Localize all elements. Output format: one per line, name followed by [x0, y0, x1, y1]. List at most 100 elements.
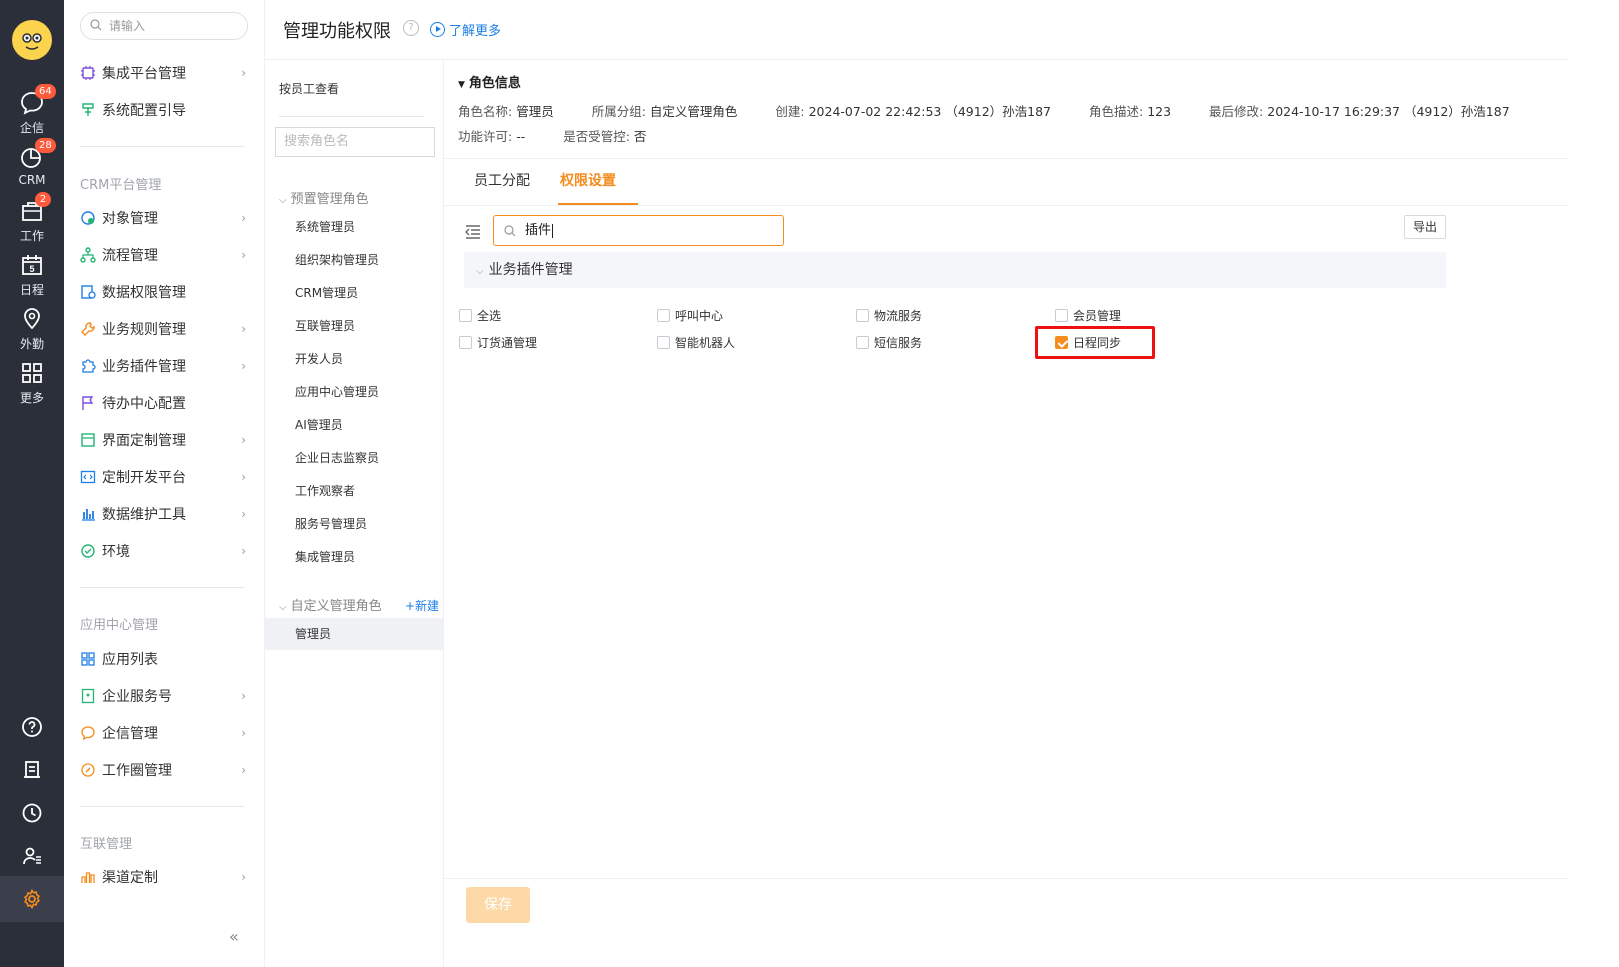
settings-icon[interactable]	[0, 876, 64, 922]
checkbox-order[interactable]: 订货通管理	[459, 334, 537, 351]
preset-role-group[interactable]: ⌵ 预置管理角色	[279, 188, 369, 207]
role-item[interactable]: 开发人员	[265, 343, 443, 375]
menu-item-app-list[interactable]: 应用列表	[80, 647, 248, 671]
menu-item-label: 渠道定制	[102, 870, 158, 886]
question-icon[interactable]: ?	[403, 20, 419, 36]
menu-item-enterprise-service[interactable]: 企业服务号 ›	[80, 684, 248, 708]
rail-label: 工作	[19, 229, 44, 243]
role-item[interactable]: 工作观察者	[265, 475, 443, 507]
permission-search-input[interactable]: 插件	[493, 215, 784, 246]
custom-role-group[interactable]: ⌵ 自定义管理角色	[279, 595, 382, 614]
menu-item-work-circle[interactable]: 工作圈管理 ›	[80, 758, 248, 782]
menu-item-label: 工作圈管理	[102, 763, 172, 779]
divider	[444, 205, 1619, 206]
checkbox-box[interactable]	[459, 336, 472, 349]
menu-item-object[interactable]: 对象管理 ›	[80, 206, 248, 230]
cube-icon	[81, 211, 95, 225]
role-item[interactable]: 互联管理员	[265, 310, 443, 342]
role-item[interactable]: 系统管理员	[265, 211, 443, 243]
menu-item-business-rules[interactable]: 业务规则管理 ›	[80, 317, 248, 341]
user-list-icon[interactable]	[0, 845, 64, 871]
plugin-section-header[interactable]: ⌵ 业务插件管理	[464, 252, 1446, 288]
role-item[interactable]: 集成管理员	[265, 541, 443, 573]
new-role-button[interactable]: +新建	[405, 597, 439, 614]
tab-permission-settings[interactable]: 权限设置	[560, 170, 616, 190]
checkbox-logistics[interactable]: 物流服务	[856, 307, 922, 324]
layout-icon	[81, 433, 95, 447]
checkbox-box[interactable]	[1055, 309, 1068, 322]
menu-search-input[interactable]: 请输入	[80, 12, 248, 40]
role-desc-value: 123	[1147, 104, 1172, 119]
wrench-icon	[81, 322, 95, 336]
checkbox-box[interactable]	[856, 309, 869, 322]
role-item[interactable]: CRM管理员	[265, 277, 443, 309]
role-item[interactable]: 组织架构管理员	[265, 244, 443, 276]
learn-more-link[interactable]: 了解更多	[430, 20, 501, 39]
role-item-selected[interactable]: 管理员	[265, 618, 443, 650]
message-icon	[81, 726, 95, 741]
collapse-menu-icon[interactable]: «	[229, 927, 239, 946]
save-button[interactable]: 保存	[466, 887, 530, 923]
checkbox-label: 呼叫中心	[675, 309, 724, 323]
rail-item-crm[interactable]: 28 CRM	[0, 138, 64, 187]
rail-label: 外勤	[19, 337, 44, 351]
checkbox-select-all[interactable]: 全选	[459, 307, 501, 324]
menu-item-channel-custom[interactable]: 渠道定制 ›	[80, 865, 248, 889]
role-info-header[interactable]: ▼ 角色信息	[458, 72, 521, 91]
menu-item-integration-platform[interactable]: 集成平台管理 ›	[80, 61, 248, 85]
rail-item-field[interactable]: 外勤	[0, 306, 64, 352]
role-group-value: 自定义管理角色	[649, 104, 738, 119]
rail-item-work[interactable]: 2 工作	[0, 192, 64, 244]
menu-item-qixin-management[interactable]: 企信管理 ›	[80, 721, 248, 745]
checkbox-sms[interactable]: 短信服务	[856, 334, 922, 351]
chevron-right-icon: ›	[241, 322, 246, 336]
modified-value: 2024-10-17 16:29:37 （4912）孙浩187	[1267, 104, 1510, 119]
rail-badge: 2	[35, 192, 51, 207]
checkbox-box[interactable]	[856, 336, 869, 349]
outdent-icon[interactable]	[465, 225, 481, 239]
channel-icon	[81, 872, 95, 883]
section-title: 业务插件管理	[488, 262, 573, 278]
rail-item-schedule[interactable]: 5 日程	[0, 252, 64, 298]
checkbox-box[interactable]	[657, 336, 670, 349]
caret-down-icon: ▼	[458, 80, 465, 90]
menu-item-label: 数据权限管理	[102, 285, 186, 301]
checkbox-call-center[interactable]: 呼叫中心	[657, 307, 723, 324]
checkbox-box[interactable]	[657, 309, 670, 322]
menu-item-custom-dev[interactable]: 定制开发平台 ›	[80, 465, 248, 489]
role-item[interactable]: 服务号管理员	[265, 508, 443, 540]
checkbox-box[interactable]	[459, 309, 472, 322]
rail-item-qixin[interactable]: 64 企信	[0, 84, 64, 136]
checkbox-member[interactable]: 会员管理	[1055, 307, 1121, 324]
menu-item-ui-custom[interactable]: 界面定制管理 ›	[80, 428, 248, 452]
menu-item-label: 定制开发平台	[102, 470, 186, 486]
help-icon[interactable]	[0, 716, 64, 742]
role-item[interactable]: 企业日志监察员	[265, 442, 443, 474]
rail-label: 企信	[19, 121, 44, 135]
menu-item-todo-center[interactable]: 待办中心配置	[80, 391, 248, 415]
menu-item-system-guide[interactable]: 系统配置引导	[80, 98, 248, 122]
menu-item-data-permission[interactable]: 数据权限管理	[80, 280, 248, 304]
view-by-employee-link[interactable]: 按员工查看	[279, 80, 339, 97]
menu-item-business-plugin[interactable]: 业务插件管理 ›	[80, 354, 248, 378]
chevron-right-icon: ›	[241, 507, 246, 521]
notepad-icon[interactable]	[0, 759, 64, 785]
menu-item-process[interactable]: 流程管理 ›	[80, 243, 248, 267]
user-avatar[interactable]	[12, 20, 52, 60]
role-item[interactable]: AI管理员	[265, 409, 443, 441]
menu-item-label: 环境	[102, 544, 130, 560]
clock-icon[interactable]	[0, 802, 64, 828]
menu-item-environment[interactable]: 环境 ›	[80, 539, 248, 563]
role-item[interactable]: 应用中心管理员	[265, 376, 443, 408]
chevron-down-icon: ⌵	[279, 602, 287, 613]
role-search-input[interactable]: 搜索角色名	[275, 127, 435, 157]
chevron-right-icon: ›	[241, 689, 246, 703]
tab-employee-assignment[interactable]: 员工分配	[474, 170, 530, 190]
menu-item-data-maintenance[interactable]: 数据维护工具 ›	[80, 502, 248, 526]
chevron-right-icon: ›	[241, 726, 246, 740]
rail-label: 更多	[19, 391, 44, 405]
rail-item-more[interactable]: 更多	[0, 360, 64, 406]
export-button[interactable]: 导出	[1404, 215, 1446, 239]
checkbox-robot[interactable]: 智能机器人	[657, 334, 735, 351]
menu-item-label: 企业服务号	[102, 689, 172, 705]
